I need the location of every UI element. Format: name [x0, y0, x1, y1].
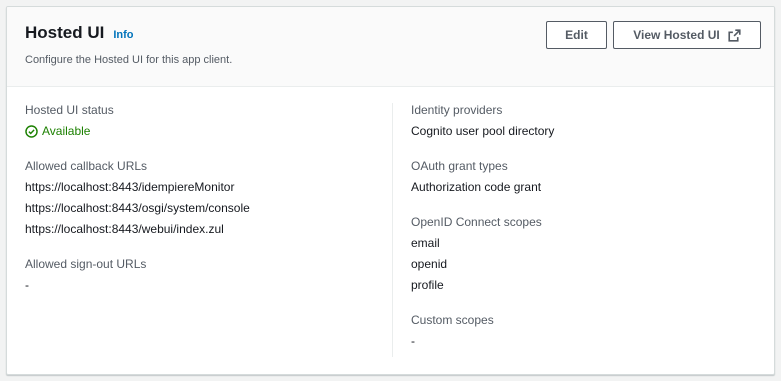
- status-label: Hosted UI status: [25, 103, 114, 117]
- callback-group: Allowed callback URLs https://localhost:…: [25, 159, 385, 237]
- hosted-ui-panel: Hosted UI Info Configure the Hosted UI f…: [6, 6, 775, 375]
- callback-url: https://localhost:8443/webui/index.zul: [25, 222, 224, 236]
- left-column: Hosted UI status Available Allowed callb…: [25, 103, 385, 313]
- custom-scopes-group: Custom scopes -: [411, 313, 751, 349]
- check-circle-icon: [25, 125, 38, 138]
- scopes-label: OpenID Connect scopes: [411, 215, 542, 229]
- callback-url: https://localhost:8443/osgi/system/conso…: [25, 201, 250, 215]
- title-row: Hosted UI Info: [25, 23, 134, 43]
- edit-button[interactable]: Edit: [546, 21, 607, 49]
- signout-value: -: [25, 278, 29, 292]
- callback-url: https://localhost:8443/idempiereMonitor: [25, 180, 235, 194]
- custom-scopes-value: -: [411, 334, 415, 348]
- scope-item: email: [411, 236, 440, 250]
- idp-label: Identity providers: [411, 103, 503, 117]
- scope-item: openid: [411, 257, 448, 271]
- panel-title: Hosted UI: [25, 23, 105, 42]
- scope-item: profile: [411, 278, 444, 292]
- idp-value: Cognito user pool directory: [411, 124, 555, 138]
- status-text: Available: [42, 124, 91, 138]
- view-hosted-ui-button[interactable]: View Hosted UI: [613, 21, 761, 49]
- idp-group: Identity providers Cognito user pool dir…: [411, 103, 751, 139]
- column-divider: [392, 103, 393, 357]
- view-hosted-ui-label: View Hosted UI: [633, 28, 720, 42]
- panel-description: Configure the Hosted UI for this app cli…: [25, 54, 233, 66]
- scopes-group: OpenID Connect scopes email openid profi…: [411, 215, 751, 293]
- panel-header: Hosted UI Info Configure the Hosted UI f…: [7, 7, 774, 87]
- grant-group: OAuth grant types Authorization code gra…: [411, 159, 751, 195]
- right-column: Identity providers Cognito user pool dir…: [411, 103, 751, 369]
- callback-label: Allowed callback URLs: [25, 159, 148, 173]
- signout-group: Allowed sign-out URLs -: [25, 257, 385, 293]
- edit-button-label: Edit: [565, 28, 588, 42]
- grant-label: OAuth grant types: [411, 159, 508, 173]
- external-link-icon: [728, 28, 741, 42]
- status-group: Hosted UI status Available: [25, 103, 385, 139]
- custom-scopes-label: Custom scopes: [411, 313, 494, 327]
- grant-value: Authorization code grant: [411, 180, 542, 194]
- signout-label: Allowed sign-out URLs: [25, 257, 147, 271]
- info-link[interactable]: Info: [113, 29, 133, 41]
- status-value: Available: [25, 124, 385, 139]
